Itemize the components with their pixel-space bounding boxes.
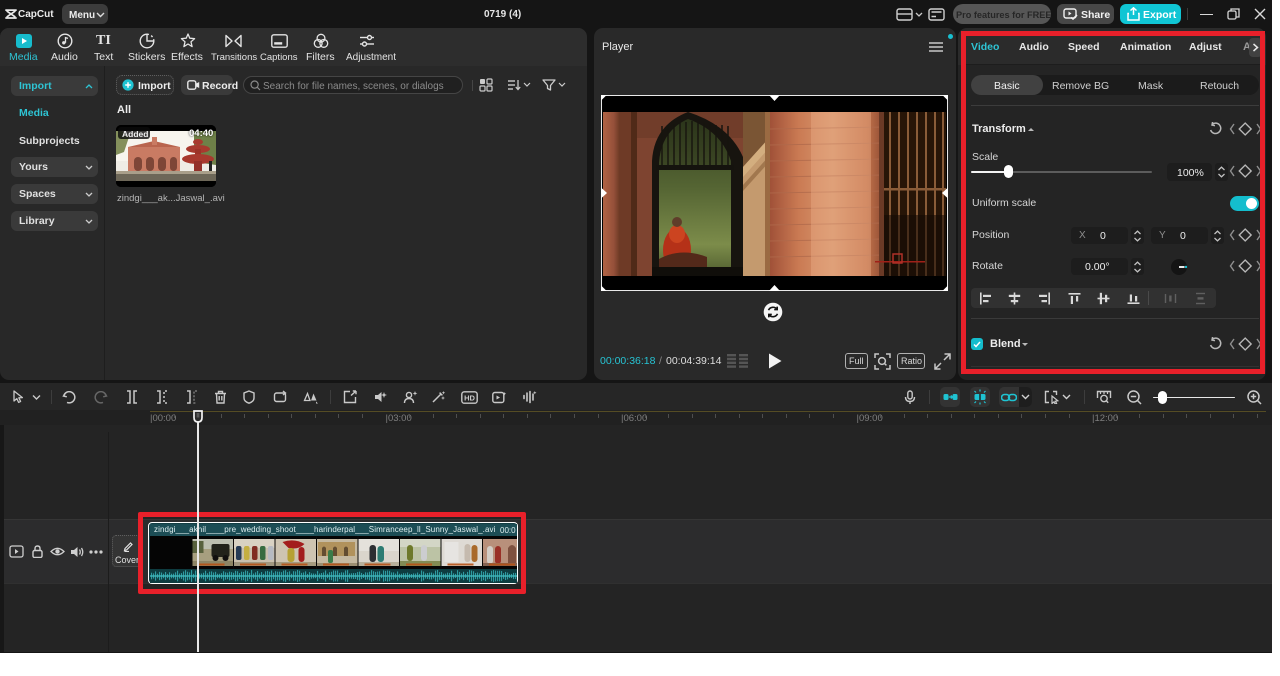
svg-text:HD: HD [464,393,475,402]
